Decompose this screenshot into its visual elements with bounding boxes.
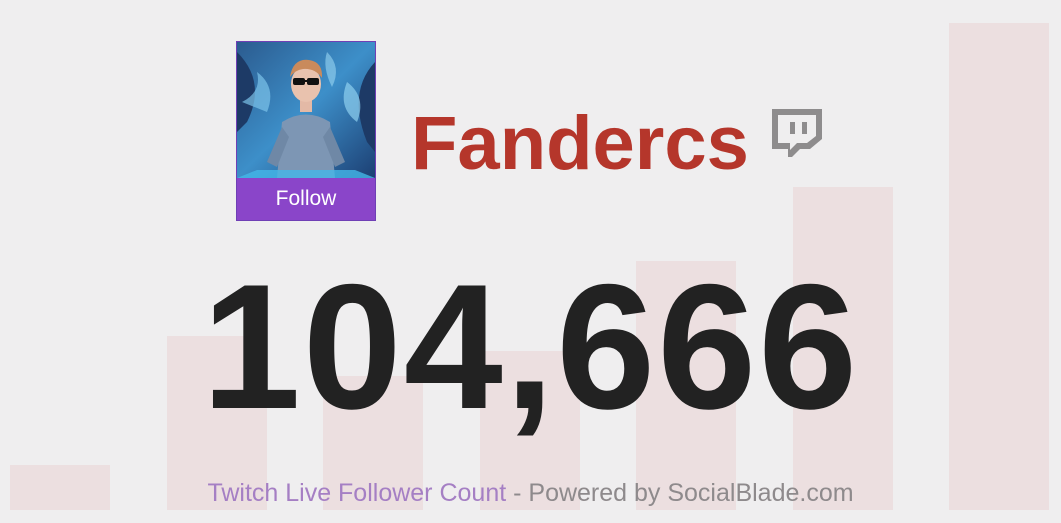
footer: Twitch Live Follower Count - Powered by … bbox=[0, 479, 1061, 508]
footer-title: Twitch Live Follower Count bbox=[207, 479, 507, 507]
footer-powered-by-link[interactable]: Powered by SocialBlade.com bbox=[528, 479, 853, 507]
follower-count: 104,666 bbox=[201, 247, 860, 446]
twitch-logo-icon bbox=[772, 109, 822, 157]
channel-name: Fandercs bbox=[411, 101, 749, 186]
follow-button[interactable]: Follow bbox=[237, 178, 375, 220]
user-avatar-icon bbox=[237, 42, 375, 178]
avatar-card: Follow bbox=[236, 41, 376, 221]
footer-separator: - bbox=[506, 479, 529, 507]
avatar bbox=[237, 42, 375, 178]
